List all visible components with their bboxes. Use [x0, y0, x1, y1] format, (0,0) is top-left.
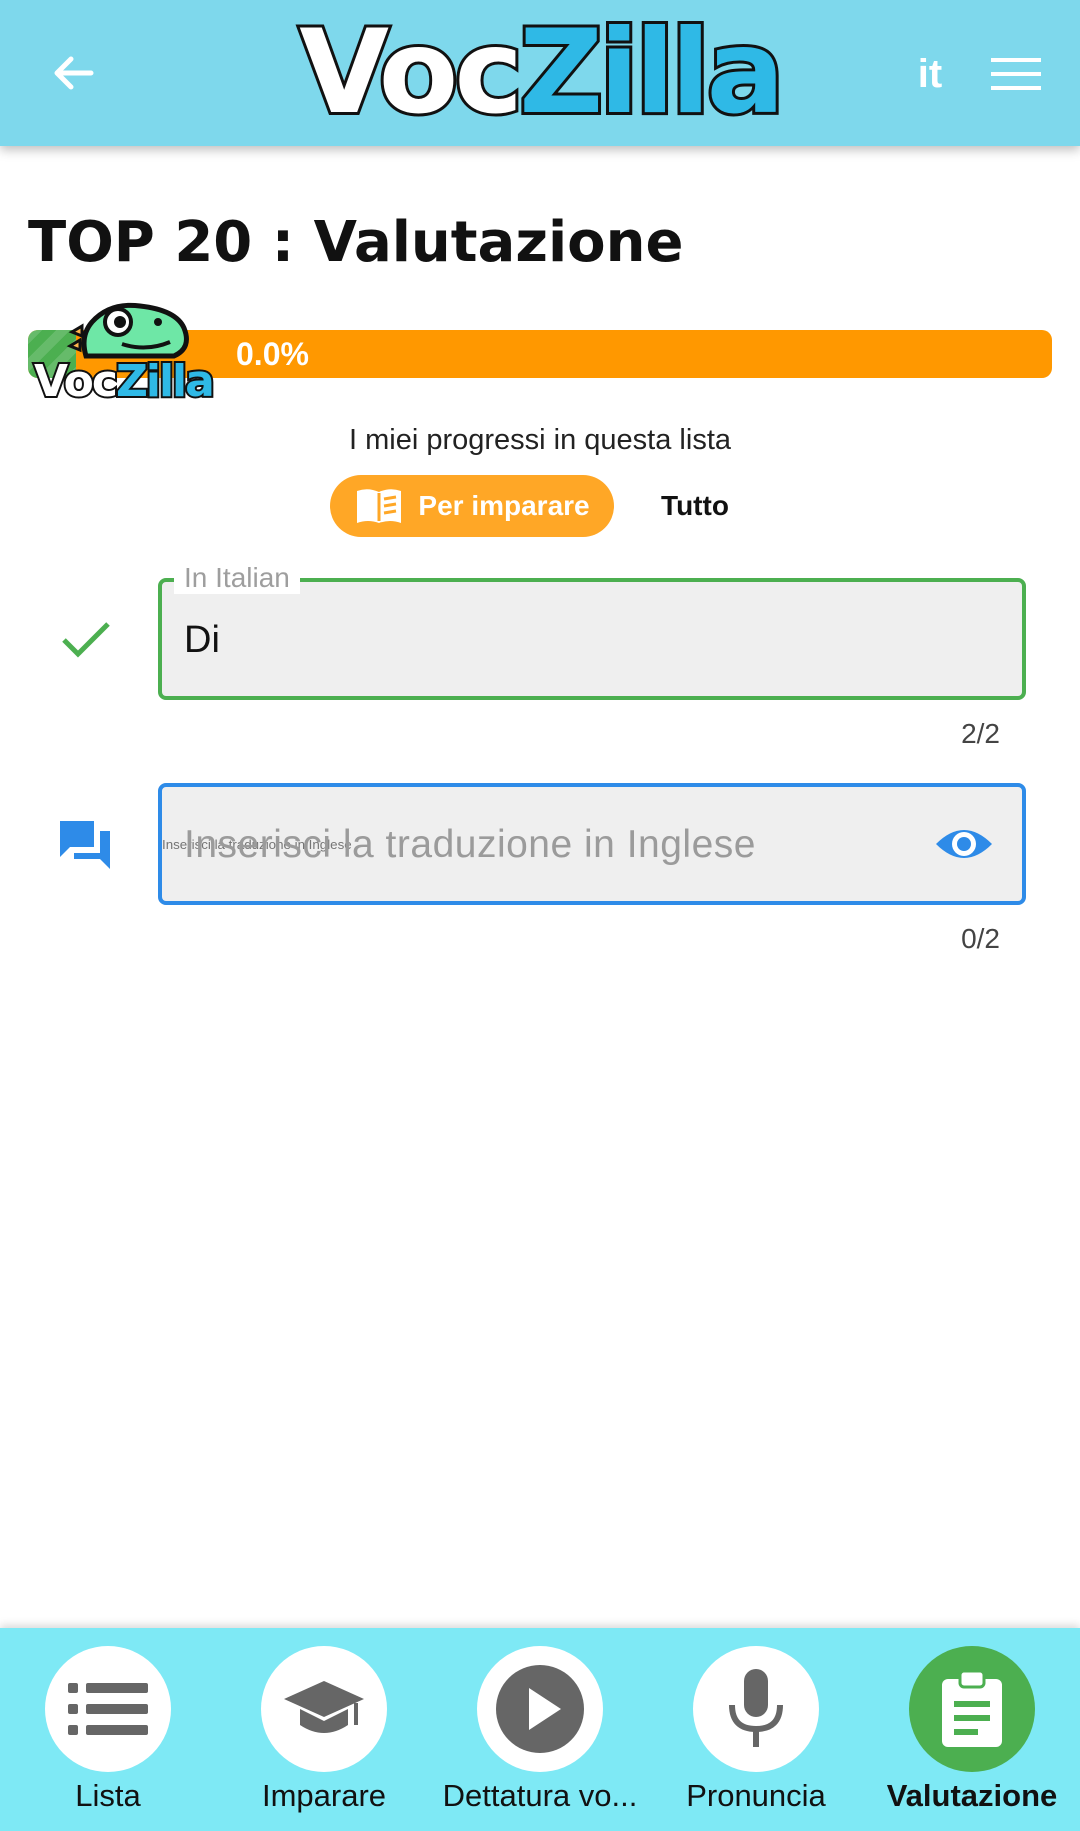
graduation-cap-icon — [284, 1681, 364, 1733]
book-icon — [357, 489, 402, 523]
back-button[interactable] — [40, 40, 106, 106]
mascot-wordmark: VocZilla — [32, 356, 217, 407]
nav-item-imparare[interactable]: Imparare — [216, 1628, 432, 1831]
nav-label: Lista — [75, 1778, 141, 1813]
page-title: TOP 20 : Valutazione — [28, 210, 684, 275]
reveal-answer-button[interactable] — [932, 816, 996, 872]
filter-learn-label: Per imparare — [418, 490, 590, 521]
menu-button[interactable] — [986, 46, 1046, 102]
back-arrow-icon — [54, 56, 94, 90]
nav-item-valutazione[interactable]: Valutazione — [864, 1628, 1080, 1831]
nav-label: Pronuncia — [686, 1778, 826, 1813]
list-icon — [68, 1683, 148, 1735]
logo-text-voc: Voc — [296, 5, 526, 140]
language-button[interactable]: it — [902, 46, 958, 102]
nav-circle-active — [909, 1646, 1035, 1772]
chat-bubbles-icon — [60, 821, 110, 869]
nav-item-dettatura[interactable]: Dettatura vo... — [432, 1628, 648, 1831]
nav-label: Imparare — [261, 1778, 387, 1813]
source-word-field — [158, 578, 1026, 700]
nav-label: Dettatura vo... — [442, 1778, 638, 1813]
nav-circle — [693, 1646, 819, 1772]
app-header: Voc Zilla it — [0, 0, 1080, 146]
nav-circle — [45, 1646, 171, 1772]
nav-item-pronuncia[interactable]: Pronuncia — [648, 1628, 864, 1831]
progress-caption: I miei progressi in questa lista — [349, 424, 731, 456]
mascot-logo: VocZilla — [26, 296, 236, 412]
source-field-label: In Italian — [174, 562, 300, 594]
bottom-navigation: Lista Imparare Dettatura vo... Pronuncia… — [0, 1628, 1080, 1831]
nav-label: Valutazione — [886, 1778, 1058, 1813]
nav-circle — [477, 1646, 603, 1772]
source-word-value: Di — [184, 619, 220, 661]
correct-status — [56, 614, 116, 664]
menu-icon — [991, 58, 1041, 90]
translation-placeholder: Inserisci la traduzione in Inglese — [184, 823, 756, 866]
nav-circle — [261, 1646, 387, 1772]
app-logo: Voc Zilla — [276, 8, 804, 138]
logo-text-zilla: Zilla — [516, 5, 788, 140]
eye-icon — [936, 830, 992, 858]
clipboard-icon — [942, 1669, 1002, 1747]
translation-counter: 0/2 — [961, 923, 1000, 954]
play-icon — [496, 1665, 584, 1753]
translation-row-icon — [54, 816, 116, 872]
check-icon — [62, 622, 110, 658]
progress-percent: 0.0% — [236, 336, 309, 372]
filter-all-button[interactable]: Tutto — [640, 475, 750, 537]
microphone-icon — [729, 1669, 783, 1747]
nav-item-lista[interactable]: Lista — [0, 1628, 216, 1831]
source-counter: 2/2 — [961, 718, 1000, 749]
filter-learn-button[interactable]: Per imparare — [330, 475, 614, 537]
